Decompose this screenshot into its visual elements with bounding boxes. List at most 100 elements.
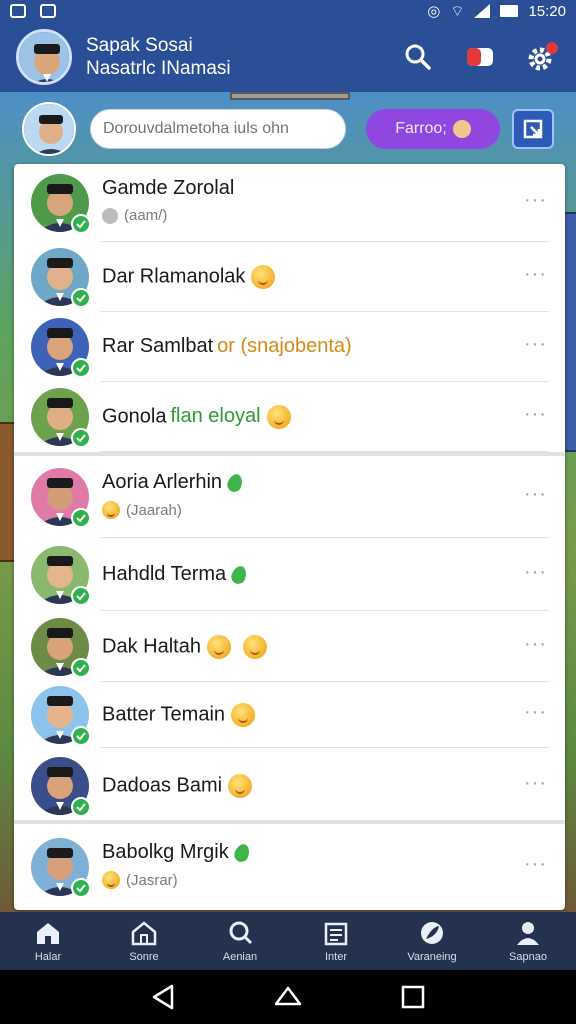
online-check-icon: [71, 358, 91, 378]
avatar[interactable]: [31, 318, 91, 378]
leaf-icon: [232, 841, 252, 864]
more-options-icon[interactable]: ···: [524, 483, 547, 506]
contact-row[interactable]: Gamde Zorolal (aam/) ···: [14, 164, 565, 242]
tab-label: Sapnao: [509, 951, 547, 963]
contact-row[interactable]: Dak Haltah ···: [14, 611, 565, 682]
composer-row: Farroo;: [22, 98, 562, 160]
tab-profile[interactable]: Sapnao: [480, 912, 576, 970]
more-options-icon[interactable]: ···: [524, 403, 547, 426]
more-options-icon[interactable]: ···: [524, 333, 547, 356]
more-options-icon[interactable]: ···: [524, 189, 547, 212]
contact-name-text: Aoria Arlerhin: [102, 471, 223, 493]
contact-row[interactable]: Gonola flan eloyal ···: [14, 382, 565, 452]
avatar[interactable]: [31, 174, 91, 234]
app-header: Sapak Sosai Nasatrlc INamasi: [0, 22, 576, 92]
tab-label: Varaneing: [407, 951, 457, 963]
recent-apps-icon[interactable]: [398, 982, 428, 1012]
avatar[interactable]: [31, 838, 91, 898]
contact-row[interactable]: Batter Temain ···: [14, 682, 565, 748]
contact-name: Gamde Zorolal: [102, 177, 234, 200]
contact-name: Rar Samlbat or (snajobenta): [102, 335, 352, 358]
search-button[interactable]: [400, 39, 436, 75]
battery-icon: [500, 5, 519, 17]
house-outline-icon: [131, 921, 157, 946]
online-check-icon: [71, 726, 91, 746]
contact-name-text: Hahdld Terma: [102, 563, 227, 585]
red-square-icon: [467, 48, 493, 66]
vibrate-icon: ◎: [427, 3, 441, 20]
feeling-button[interactable]: Farroo;: [366, 109, 500, 149]
tab-calendar[interactable]: Inter: [288, 912, 384, 970]
settings-button[interactable]: [524, 39, 560, 75]
more-options-icon[interactable]: ···: [524, 853, 547, 876]
smile-emoji-icon: [228, 774, 253, 798]
contact-subtitle-text: (Jaarah): [126, 501, 182, 519]
more-options-icon[interactable]: ···: [524, 772, 547, 795]
home-nav-icon[interactable]: [273, 982, 303, 1012]
home-icon: [37, 923, 59, 944]
post-input[interactable]: [90, 109, 346, 149]
contact-tag: flan eloyal: [170, 405, 261, 428]
contact-name: Dadoas Bami: [102, 774, 253, 798]
contact-name-text: Gonola: [102, 405, 167, 428]
avatar[interactable]: [31, 686, 91, 746]
profile-avatar[interactable]: [16, 29, 72, 85]
contact-tag: or (snajobenta): [217, 335, 352, 357]
contact-name-text: Dar Rlamanolak: [102, 265, 246, 288]
contact-name: Dar Rlamanolak: [102, 265, 276, 289]
more-options-icon[interactable]: ···: [524, 701, 547, 724]
contact-subtitle: (Jaarah): [102, 501, 182, 519]
smile-emoji-icon: [266, 405, 291, 429]
contact-row[interactable]: Rar Samlbat or (snajobenta) ···: [14, 312, 565, 382]
tab-activity[interactable]: Varaneing: [384, 912, 480, 970]
thumbs-up-icon: [452, 120, 471, 138]
tab-house[interactable]: Sonre: [96, 912, 192, 970]
contact-name-text: Batter Temain: [102, 703, 226, 726]
calendar-icon: [324, 922, 348, 946]
status-dot-icon: [102, 207, 118, 224]
more-options-icon[interactable]: ···: [524, 633, 547, 656]
contact-name-text: Babolkg Mrgik: [102, 841, 229, 863]
more-options-icon[interactable]: ···: [524, 263, 547, 286]
tab-search[interactable]: Aenian: [192, 912, 288, 970]
more-options-icon[interactable]: ···: [524, 561, 547, 584]
tab-label: Halar: [34, 951, 62, 963]
avatar[interactable]: [31, 618, 91, 678]
search-icon: [229, 921, 253, 945]
status-bar: ◎ ⌔ 15:20: [0, 0, 576, 22]
header-title: Sapak Sosai: [86, 35, 193, 56]
contact-row[interactable]: Dadoas Bami ···: [14, 748, 565, 824]
smile-emoji-icon: [102, 871, 120, 889]
avatar[interactable]: [31, 757, 91, 817]
contact-subtitle-text: (Jasrar): [126, 871, 178, 889]
section-separator: [14, 820, 565, 824]
avatar[interactable]: [31, 468, 91, 528]
image-notification-icon: [40, 4, 56, 18]
contact-subtitle: (Jasrar): [102, 871, 178, 889]
contact-row[interactable]: Aoria Arlerhin (Jaarah) ···: [14, 456, 565, 538]
online-check-icon: [71, 586, 91, 606]
avatar[interactable]: [31, 546, 91, 606]
tab-label: Inter: [324, 951, 347, 963]
back-icon[interactable]: [148, 982, 178, 1012]
online-check-icon: [71, 428, 91, 448]
contact-list: Gamde Zorolal (aam/) ··· Dar Rlamanolak ··· R…: [14, 164, 565, 910]
video-button[interactable]: [462, 39, 498, 75]
header-titles: Sapak Sosai Nasatrlc INamasi: [86, 34, 231, 80]
tab-home[interactable]: Halar: [0, 912, 96, 970]
contact-subtitle-text: (aam/): [124, 207, 168, 224]
avatar[interactable]: [31, 388, 91, 448]
composer-avatar[interactable]: [22, 102, 76, 156]
contact-row[interactable]: Hahdld Terma ···: [14, 538, 565, 611]
avatar[interactable]: [31, 248, 91, 308]
tab-label: Aenian: [222, 951, 258, 963]
share-icon: [523, 119, 543, 139]
signal-icon: [474, 4, 491, 18]
contact-name: Batter Temain: [102, 703, 256, 727]
share-button[interactable]: [512, 109, 554, 149]
contact-row[interactable]: Dar Rlamanolak ···: [14, 242, 565, 312]
tab-label: Sonre: [129, 951, 159, 963]
smile-emoji-icon: [231, 703, 256, 727]
contact-row[interactable]: Babolkg Mrgik (Jasrar) ···: [14, 824, 565, 910]
online-check-icon: [71, 288, 91, 308]
